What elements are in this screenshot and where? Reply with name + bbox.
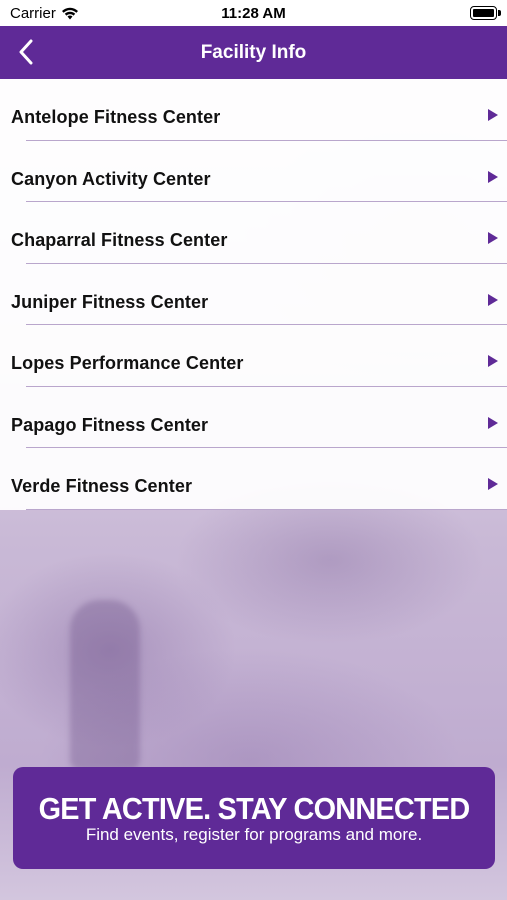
- facility-label: Verde Fitness Center: [11, 476, 193, 496]
- facility-list: Antelope Fitness Center Canyon Activity …: [0, 79, 507, 510]
- promo-banner[interactable]: GET ACTIVE. STAY CONNECTED Find events, …: [13, 767, 495, 869]
- facility-label: Canyon Activity Center: [11, 168, 211, 189]
- battery-tip: [498, 10, 501, 16]
- runner-silhouette: [70, 600, 140, 770]
- disclosure-arrow-icon: [488, 170, 498, 183]
- battery-icon: [470, 6, 497, 20]
- facility-row-papago[interactable]: Papago Fitness Center: [0, 387, 507, 448]
- facility-row-verde[interactable]: Verde Fitness Center: [0, 448, 507, 510]
- disclosure-arrow-icon: [488, 478, 498, 490]
- facility-label: Papago Fitness Center: [11, 414, 209, 435]
- disclosure-arrow-icon: [488, 355, 498, 367]
- facility-row-antelope[interactable]: Antelope Fitness Center: [0, 79, 507, 141]
- status-time: 11:28 AM: [221, 5, 286, 22]
- facility-label: Chaparral Fitness Center: [11, 230, 228, 250]
- facility-label: Antelope Fitness Center: [11, 107, 221, 127]
- disclosure-arrow-icon: [488, 416, 498, 429]
- facility-row-juniper[interactable]: Juniper Fitness Center: [0, 264, 507, 325]
- row-separator: [26, 508, 507, 510]
- disclosure-arrow-icon: [488, 232, 498, 244]
- status-bar: Carrier 11:28 AM: [0, 0, 507, 26]
- facility-label: Lopes Performance Center: [11, 353, 244, 373]
- disclosure-arrow-icon: [488, 293, 498, 306]
- nav-bar: Facility Info: [0, 26, 507, 79]
- banner-subtext: Find events, register for programs and m…: [85, 825, 423, 844]
- page-title: Facility Info: [200, 42, 307, 63]
- facility-row-canyon[interactable]: Canyon Activity Center: [0, 141, 507, 202]
- facility-row-chaparral[interactable]: Chaparral Fitness Center: [0, 202, 507, 264]
- facility-row-lopes[interactable]: Lopes Performance Center: [0, 325, 507, 387]
- banner-headline: GET ACTIVE. STAY CONNECTED: [38, 791, 471, 826]
- disclosure-arrow-icon: [488, 109, 498, 121]
- facility-label: Juniper Fitness Center: [11, 291, 209, 312]
